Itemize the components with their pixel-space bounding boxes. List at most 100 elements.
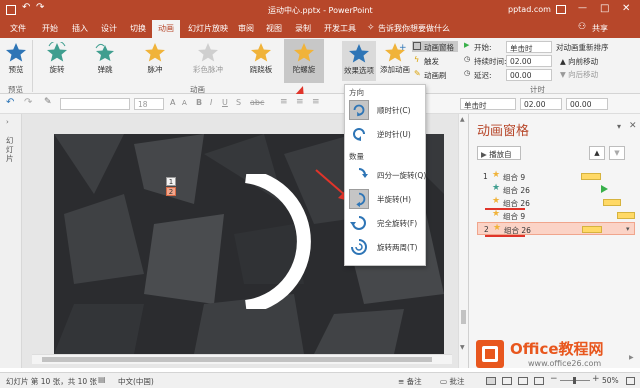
zoom-in-icon[interactable]: + (592, 374, 600, 384)
slideshow-icon[interactable] (534, 377, 544, 385)
save-icon[interactable] (6, 5, 16, 15)
undo-icon[interactable]: ↶ (22, 2, 30, 13)
minimize-button[interactable]: — (578, 3, 587, 13)
close-button[interactable]: ✕ (622, 3, 630, 14)
item-dropdown-icon[interactable]: ▾ (626, 225, 630, 233)
decrease-font-icon[interactable]: A (182, 99, 187, 107)
spellcheck-icon[interactable]: ▤ (98, 375, 106, 384)
bold-icon[interactable]: B (196, 98, 202, 107)
user-name[interactable]: pptad.com (508, 5, 551, 14)
italic-icon[interactable]: I (210, 98, 212, 107)
pane-close-icon[interactable]: ✕ (629, 121, 637, 131)
zoom-slider[interactable] (560, 377, 590, 384)
tab-animations[interactable]: 动画 (152, 20, 180, 38)
zoom-out-icon[interactable]: − (550, 374, 558, 384)
slide-sorter-icon[interactable] (502, 377, 512, 385)
effect-spin[interactable]: 旋转 (42, 42, 72, 75)
reading-view-icon[interactable] (518, 377, 528, 385)
trigger-button[interactable]: ϟ 触发 (412, 55, 456, 66)
undo-icon[interactable]: ↶ (6, 97, 14, 108)
half-ring-shape[interactable] (244, 174, 324, 309)
animation-item[interactable]: ★ 组合 9 (477, 209, 635, 222)
move-down-button[interactable]: ▼ (609, 146, 625, 160)
tab-view[interactable]: 视图 (266, 23, 282, 34)
expand-arrow-icon[interactable]: › (6, 118, 9, 126)
redo-icon[interactable]: ↷ (24, 97, 32, 108)
scroll-thumb[interactable] (42, 357, 432, 362)
tab-transitions[interactable]: 切换 (130, 23, 146, 34)
add-animation-button[interactable]: + 添加动画 (378, 42, 412, 75)
animation-painter-button[interactable]: ✎ 动画刷 (412, 69, 456, 80)
move-up-button[interactable]: ▲ (589, 146, 605, 160)
format-painter-icon[interactable]: ✎ (44, 97, 52, 107)
effect-color-pulse[interactable]: 彩色脉冲 (188, 42, 228, 75)
play-from-button[interactable]: ▶ 播放自 (477, 146, 521, 160)
menu-item-quarter-spin[interactable]: 四分一旋转(Q) (347, 164, 426, 186)
timeline-bar[interactable] (581, 173, 601, 180)
tab-record[interactable]: 录制 (295, 23, 311, 34)
vertical-scrollbar[interactable]: ▲ ▼ (458, 114, 468, 368)
tab-slideshow[interactable]: 幻灯片放映 (188, 23, 228, 34)
tab-file[interactable]: 文件 (10, 23, 26, 34)
language-indicator[interactable]: 中文(中国) (118, 376, 154, 387)
menu-item-counterclockwise[interactable]: 逆时针(U) (347, 123, 424, 145)
share-button[interactable]: 共享 (592, 23, 608, 34)
zoom-thumb[interactable] (573, 377, 576, 384)
duration-mini[interactable]: 02.00 (520, 98, 562, 110)
tab-home[interactable]: 开始 (42, 23, 58, 34)
start-dropdown-mini[interactable]: 单击时 (460, 98, 516, 110)
duration-input[interactable]: 02.00 (506, 55, 552, 67)
redo-icon[interactable]: ↷ (36, 2, 44, 13)
timeline-marker[interactable] (601, 185, 608, 193)
ribbon-display-icon[interactable] (556, 5, 566, 14)
tab-design[interactable]: 设计 (101, 23, 117, 34)
timeline-bar[interactable] (617, 212, 635, 219)
tab-review[interactable]: 审阅 (238, 23, 254, 34)
effect-options-button[interactable]: 效果选项 (342, 41, 376, 81)
effect-bounce[interactable]: 弹跳 (90, 42, 120, 75)
font-name-field[interactable] (60, 98, 130, 110)
effect-spin-top[interactable]: 陀螺旋 (284, 39, 324, 83)
animation-pane-toggle[interactable]: 动画窗格 (412, 41, 458, 52)
scroll-thumb[interactable] (461, 310, 466, 324)
delay-mini[interactable]: 00.00 (566, 98, 608, 110)
start-dropdown[interactable]: 单击时 (506, 41, 552, 53)
tell-me-search[interactable]: 告诉我你想要做什么 (378, 23, 450, 34)
scroll-down-icon[interactable]: ▼ (460, 344, 465, 351)
effect-teeter[interactable]: 跷跷板 (244, 42, 278, 75)
move-later-button[interactable]: ▼ 向后移动 (560, 69, 598, 80)
align-center-icon[interactable]: ≡ (296, 97, 304, 107)
animation-item-selected[interactable]: 2 ★ 组合 26 ▾ (477, 222, 635, 235)
pane-options-icon[interactable]: ▾ (617, 122, 621, 131)
menu-item-clockwise[interactable]: 顺时针(C) (347, 99, 424, 121)
shadow-icon[interactable]: S (236, 98, 241, 107)
menu-item-full-spin[interactable]: 完全旋转(F) (347, 212, 424, 234)
align-left-icon[interactable]: ≡ (280, 97, 288, 107)
menu-item-two-spins[interactable]: 旋转两周(T) (347, 236, 424, 258)
align-right-icon[interactable]: ≡ (312, 97, 320, 107)
tab-developer[interactable]: 开发工具 (324, 23, 356, 34)
animation-item[interactable]: ★ 组合 26 (477, 183, 635, 196)
font-size-field[interactable]: 18 (134, 98, 164, 110)
comments-button[interactable]: ▭ 批注 (440, 376, 464, 387)
notes-button[interactable]: ≡ 备注 (398, 376, 422, 387)
menu-item-half-spin[interactable]: 半旋转(H) (347, 188, 424, 210)
timeline-bar[interactable] (603, 199, 621, 206)
normal-view-icon[interactable] (486, 377, 496, 385)
animation-item[interactable]: 1 ★ 组合 9 (477, 170, 635, 183)
horizontal-scrollbar[interactable] (32, 354, 452, 364)
animation-tag[interactable]: 1 (166, 177, 176, 186)
effect-pulse[interactable]: 脉冲 (140, 42, 170, 75)
delay-input[interactable]: 00.00 (506, 69, 552, 81)
underline-icon[interactable]: U (222, 98, 228, 107)
tab-insert[interactable]: 插入 (72, 23, 88, 34)
animation-tag[interactable]: 2 (166, 187, 176, 196)
zoom-level[interactable]: 50% (602, 376, 619, 385)
thumbnail-pane-collapsed[interactable]: › 幻灯片 (0, 114, 22, 368)
move-earlier-button[interactable]: ▲ 向前移动 (560, 56, 598, 67)
preview-button[interactable]: 预览 (4, 42, 28, 75)
fit-to-window-icon[interactable] (626, 377, 635, 385)
timeline-bar[interactable] (582, 226, 602, 233)
maximize-button[interactable]: □ (600, 3, 609, 14)
scroll-up-icon[interactable]: ▲ (460, 116, 465, 123)
